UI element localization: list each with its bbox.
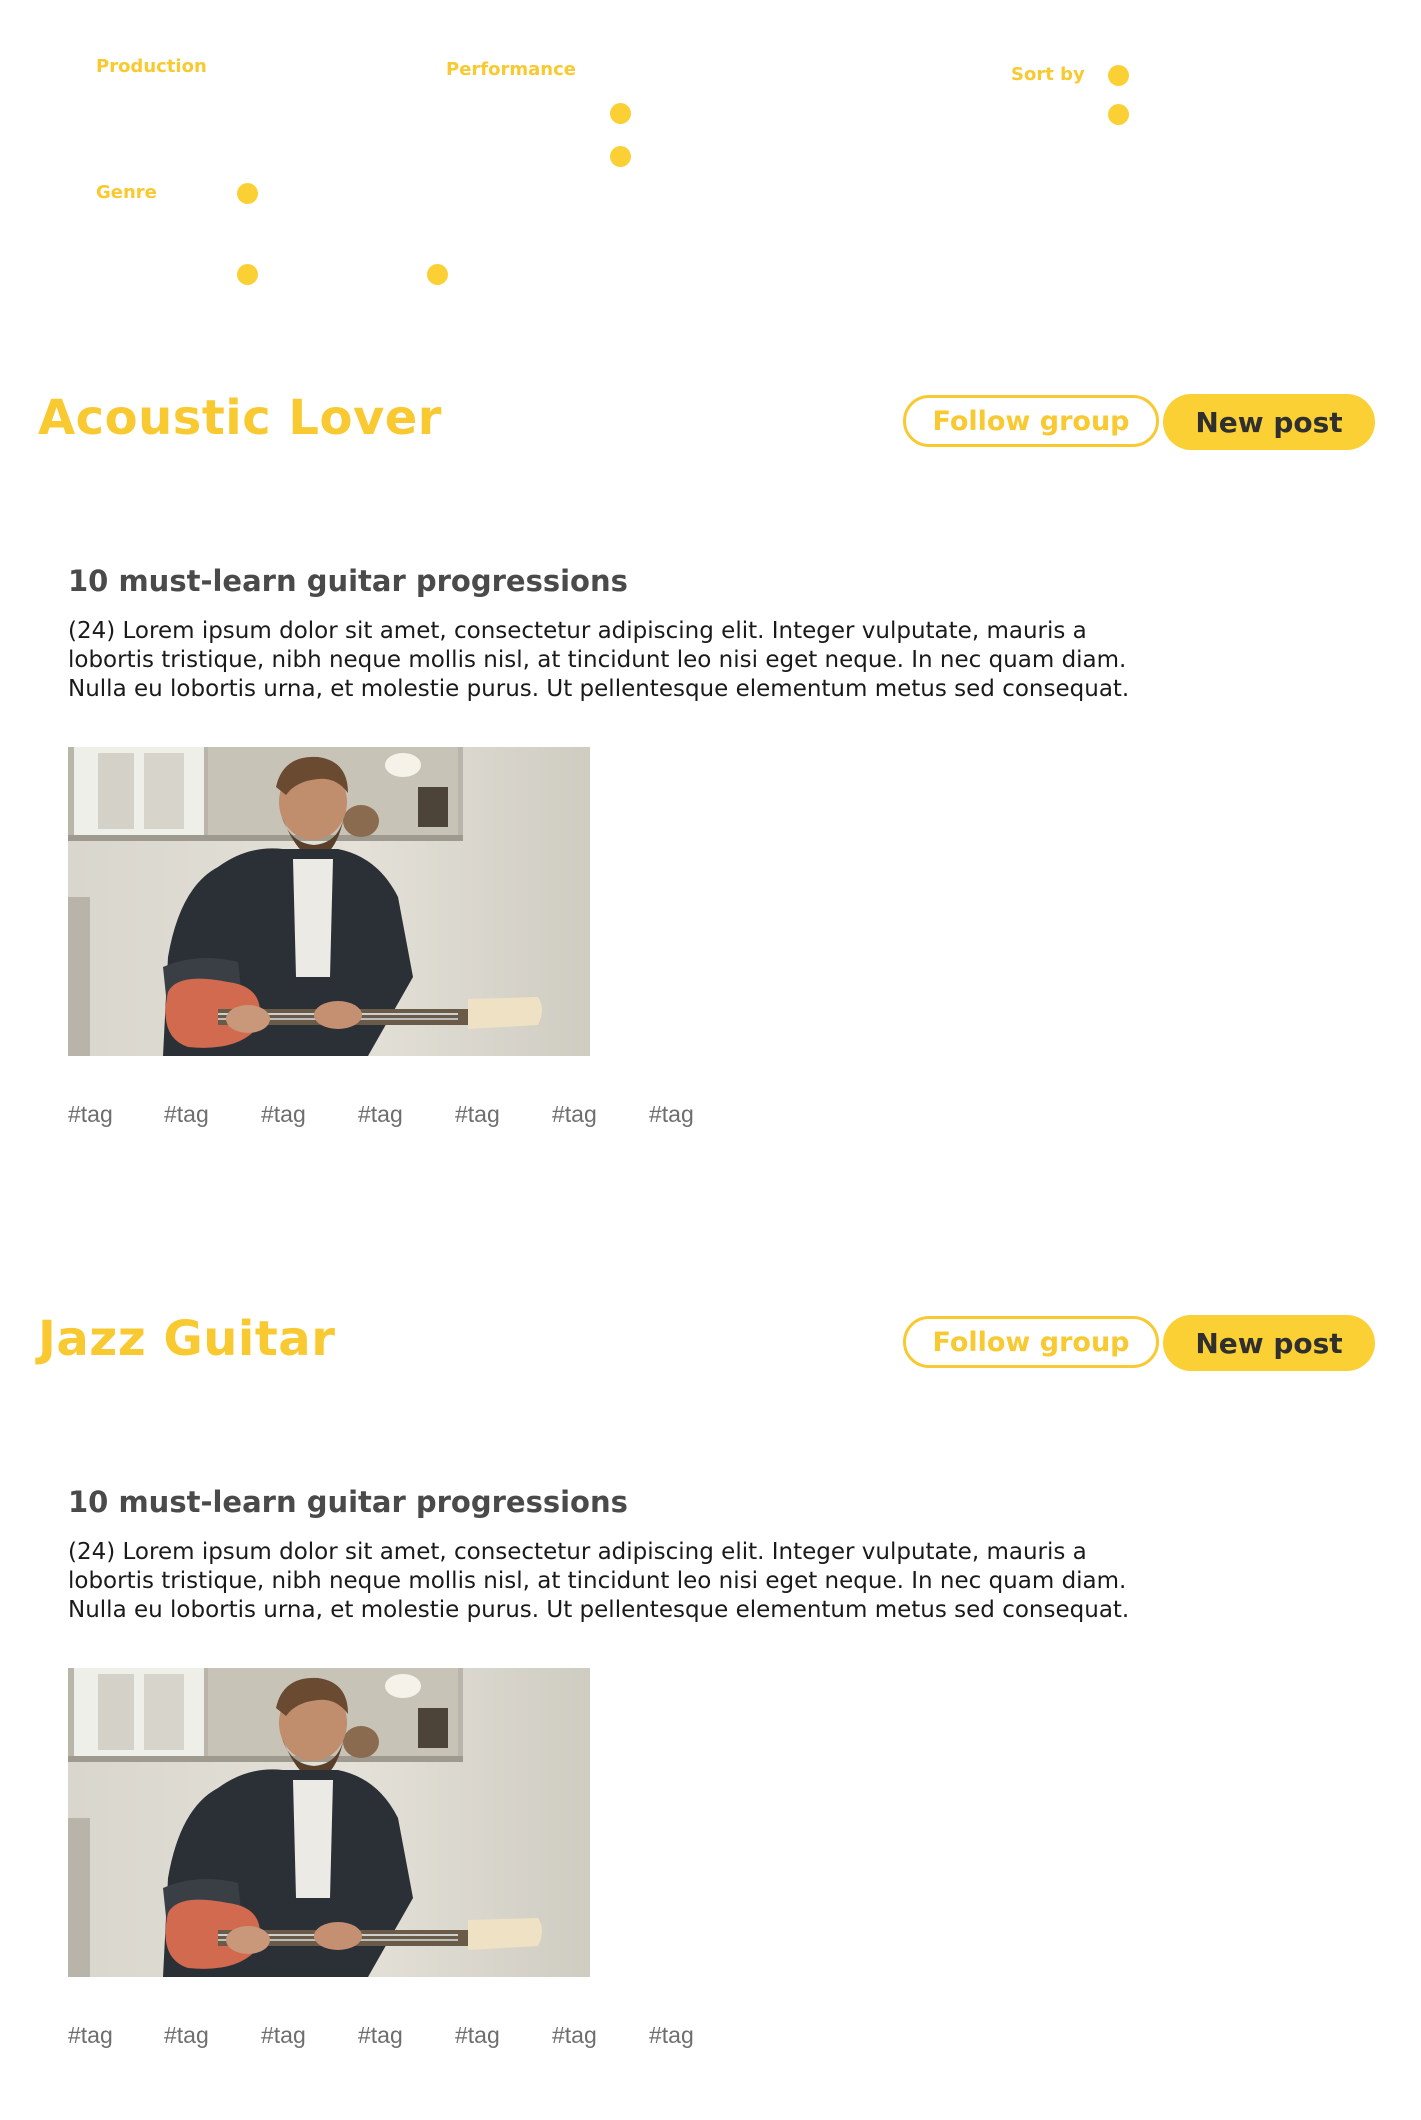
tag-link[interactable]: #tag — [261, 2022, 306, 2049]
tag-link[interactable]: #tag — [164, 1101, 209, 1128]
performance-option-radio[interactable] — [610, 103, 631, 124]
sort-option-radio[interactable] — [1108, 65, 1129, 86]
filter-production-label: Production — [96, 56, 207, 77]
tag-link[interactable]: #tag — [552, 1101, 597, 1128]
post-body-line: lobortis tristique, nibh neque mollis ni… — [68, 1568, 1127, 1594]
post-image[interactable] — [68, 1668, 590, 1977]
tag-link[interactable]: #tag — [68, 2022, 113, 2049]
post-title[interactable]: 10 must-learn guitar progressions — [68, 1485, 628, 1519]
post-body-line: Nulla eu lobortis urna, et molestie puru… — [68, 1597, 1130, 1623]
filter-performance-label: Performance — [446, 59, 576, 80]
post-body: (24) Lorem ipsum dolor sit amet, consect… — [68, 617, 1158, 704]
new-post-button[interactable]: New post — [1163, 394, 1375, 450]
performance-option-radio[interactable] — [610, 146, 631, 167]
genre-option-radio[interactable] — [427, 264, 448, 285]
tag-link[interactable]: #tag — [358, 1101, 403, 1128]
tag-link[interactable]: #tag — [552, 2022, 597, 2049]
post-body-line: Nulla eu lobortis urna, et molestie puru… — [68, 676, 1130, 702]
genre-option-radio[interactable] — [237, 264, 258, 285]
post-body-line: (24) Lorem ipsum dolor sit amet, consect… — [68, 618, 1087, 644]
post-body-line: (24) Lorem ipsum dolor sit amet, consect… — [68, 1539, 1087, 1565]
tag-link[interactable]: #tag — [261, 1101, 306, 1128]
follow-group-button[interactable]: Follow group — [903, 1316, 1159, 1368]
post-body: (24) Lorem ipsum dolor sit amet, consect… — [68, 1538, 1158, 1625]
follow-group-button[interactable]: Follow group — [903, 395, 1159, 447]
tag-link[interactable]: #tag — [649, 2022, 694, 2049]
group-title: Acoustic Lover — [38, 390, 442, 446]
new-post-button[interactable]: New post — [1163, 1315, 1375, 1371]
post-body-line: lobortis tristique, nibh neque mollis ni… — [68, 647, 1127, 673]
tag-link[interactable]: #tag — [358, 2022, 403, 2049]
tag-link[interactable]: #tag — [68, 1101, 113, 1128]
sort-option-radio[interactable] — [1108, 104, 1129, 125]
tag-link[interactable]: #tag — [455, 1101, 500, 1128]
filter-genre-label: Genre — [96, 182, 157, 203]
post-image[interactable] — [68, 747, 590, 1056]
post-title[interactable]: 10 must-learn guitar progressions — [68, 564, 628, 598]
tag-link[interactable]: #tag — [455, 2022, 500, 2049]
tag-link[interactable]: #tag — [649, 1101, 694, 1128]
sort-by-label: Sort by — [1011, 64, 1085, 85]
tag-link[interactable]: #tag — [164, 2022, 209, 2049]
group-title: Jazz Guitar — [38, 1311, 336, 1367]
genre-option-radio[interactable] — [237, 183, 258, 204]
